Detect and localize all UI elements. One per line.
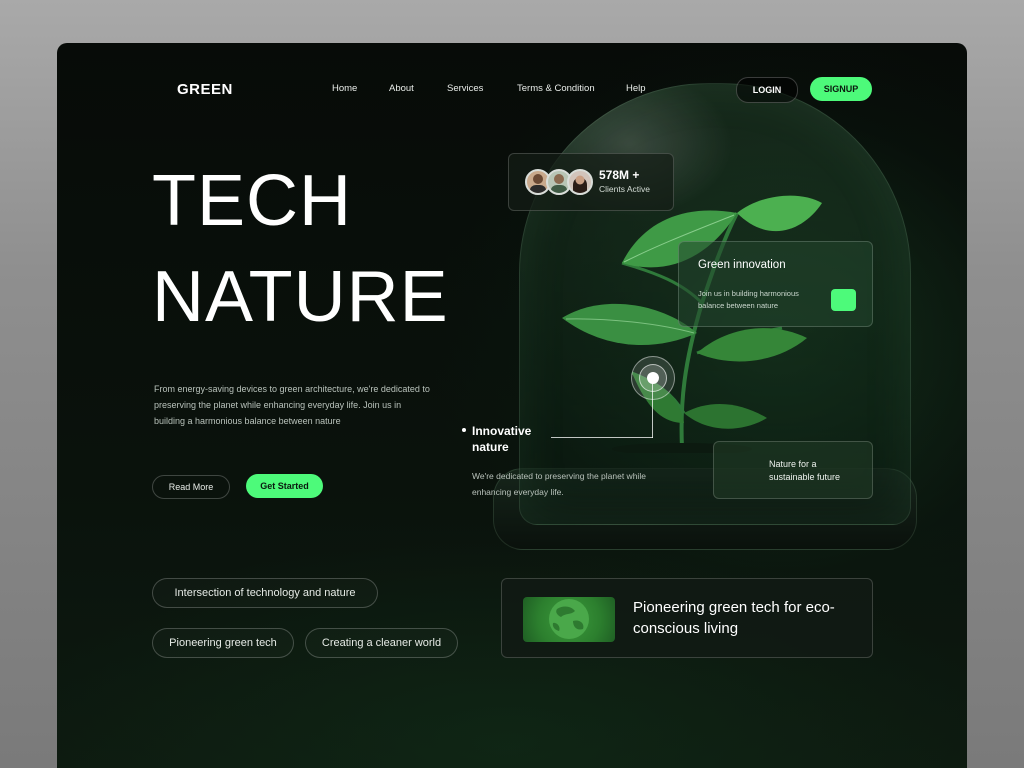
hotspot-pin-dot [647, 372, 659, 384]
bullet-dot [462, 428, 466, 432]
tag-intersection[interactable]: Intersection of technology and nature [152, 578, 378, 608]
sustainable-future-card: Nature for a sustainable future [713, 441, 873, 499]
read-more-button[interactable]: Read More [152, 475, 230, 499]
nav-help[interactable]: Help [626, 83, 646, 94]
hotspot-description: We're dedicated to preserving the planet… [472, 471, 646, 497]
clients-card: 578M + Clients Active [508, 153, 674, 211]
innovation-action-button[interactable] [831, 289, 856, 311]
nav-terms[interactable]: Terms & Condition [517, 83, 595, 94]
hero-title-line2: NATURE [152, 257, 449, 337]
hotspot-title: Innovative nature [472, 424, 532, 454]
future-text: Nature for a sustainable future [769, 459, 841, 482]
green-innovation-card: Green innovation Join us in building har… [678, 241, 873, 327]
logo[interactable]: GREEN [177, 81, 233, 98]
pioneer-card[interactable]: Pioneering green tech for eco-conscious … [501, 578, 873, 658]
pioneer-text: Pioneering green tech for eco-conscious … [633, 599, 835, 637]
hero-title-line1: TECH [152, 161, 352, 241]
hero-description: From energy-saving devices to green arch… [154, 384, 430, 426]
earth-thumbnail [523, 597, 615, 642]
avatar [567, 169, 593, 195]
clients-count: 578M + [599, 168, 640, 182]
landing-page: GREEN Home About Services Terms & Condit… [57, 43, 967, 768]
signup-button[interactable]: SIGNUP [810, 77, 872, 101]
clients-label: Clients Active [599, 184, 651, 194]
tag-pioneering[interactable]: Pioneering green tech [152, 628, 294, 658]
login-button[interactable]: LOGIN [736, 77, 798, 103]
innovation-description: Join us in building harmonious balance b… [698, 289, 799, 310]
tag-cleaner-world[interactable]: Creating a cleaner world [305, 628, 458, 658]
nav-services[interactable]: Services [447, 83, 483, 94]
innovation-title: Green innovation [698, 259, 786, 271]
get-started-button[interactable]: Get Started [246, 474, 323, 498]
nav-about[interactable]: About [389, 83, 414, 94]
hotspot-pin[interactable] [631, 356, 675, 400]
nav-home[interactable]: Home [332, 83, 357, 94]
hotspot-connector [551, 437, 653, 438]
hotspot-pin-ring [639, 364, 667, 392]
